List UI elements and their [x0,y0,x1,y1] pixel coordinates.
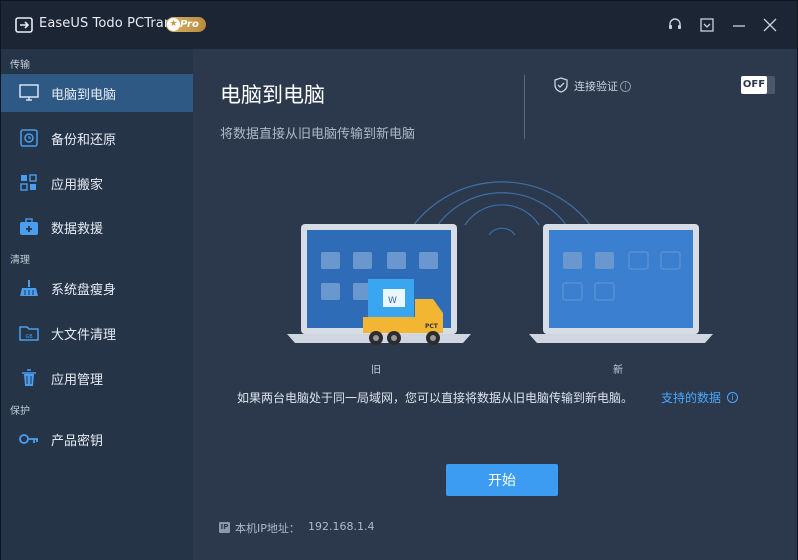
easeus-logo-icon [15,17,33,33]
title-bar[interactable]: EaseUS Todo PCTrans ★ Pro [1,1,797,49]
star-icon: ★ [167,18,180,31]
key-icon [19,429,39,449]
sidebar-item-label: 电脑到电脑 [51,87,117,103]
sidebar-item-large-file[interactable]: GB 大文件清理 [1,314,193,352]
pro-badge: ★ Pro [166,17,206,32]
svg-text:W: W [388,296,397,306]
sidebar-item-data-rescue[interactable]: 数据救援 [1,208,193,246]
pro-badge-label: Pro [180,19,199,30]
sidebar-item-label: 系统盘瘦身 [51,282,117,298]
backup-icon [19,128,39,148]
sidebar-section-transfer: 传输 [10,60,30,71]
start-button[interactable]: 开始 [446,464,558,496]
old-pc-label: 旧 [371,365,381,376]
trash-icon [19,368,39,388]
broom-icon [19,278,39,298]
sidebar-section-protect: 保护 [10,406,30,417]
sidebar-item-label: 产品密钥 [51,433,104,449]
sidebar-item-pc-to-pc[interactable]: 电脑到电脑 [1,74,193,112]
ip-icon: IP [219,522,230,533]
minimize-to-tray-icon[interactable] [696,14,718,36]
app-window: EaseUS Todo PCTrans ★ Pro 传输 电脑到电脑 备份和还原… [0,0,798,560]
sidebar-item-label: 应用搬家 [51,177,104,193]
sidebar: 传输 电脑到电脑 备份和还原 应用搬家 数据救援 清理 系统盘瘦身 GB 大文件… [1,49,193,560]
sidebar-item-label: 数据救援 [51,221,104,237]
new-pc-label: 新 [613,365,623,376]
supported-data-link[interactable]: 支持的数据 [661,389,721,406]
minimize-icon[interactable] [728,14,750,36]
svg-text:PCT: PCT [425,323,439,330]
transfer-description: 如果两台电脑处于同一局域网，您可以直接将数据从旧电脑传输到新电脑。 [237,391,634,405]
new-laptop [529,224,713,343]
supported-data-info-icon[interactable]: i [727,392,738,403]
transfer-illustration: W PCT [287,181,713,345]
ip-label: 本机IP地址： [235,522,300,535]
sidebar-item-label: 备份和还原 [51,132,117,148]
sidebar-item-label: 应用管理 [51,372,104,388]
close-icon[interactable] [759,14,781,36]
sidebar-item-backup-restore[interactable]: 备份和还原 [1,119,193,157]
monitor-icon [19,83,39,103]
app-title: EaseUS Todo PCTrans [39,16,180,31]
sidebar-section-cleanup: 清理 [10,255,30,266]
main-panel: 电脑到电脑 将数据直接从旧电脑传输到新电脑 连接验证 i OFF W PCT 旧… [193,49,797,560]
sidebar-item-product-key[interactable]: 产品密钥 [1,420,193,458]
rescue-icon [19,217,39,237]
sidebar-item-app-management[interactable]: 应用管理 [1,359,193,397]
sidebar-item-system-slim[interactable]: 系统盘瘦身 [1,269,193,307]
apps-icon [19,173,39,193]
support-icon[interactable] [664,14,686,36]
svg-text:GB: GB [25,334,33,340]
folder-icon: GB [19,323,39,343]
sidebar-item-label: 大文件清理 [51,327,117,343]
sidebar-item-app-migration[interactable]: 应用搬家 [1,164,193,202]
ip-value: 192.168.1.4 [308,520,375,533]
